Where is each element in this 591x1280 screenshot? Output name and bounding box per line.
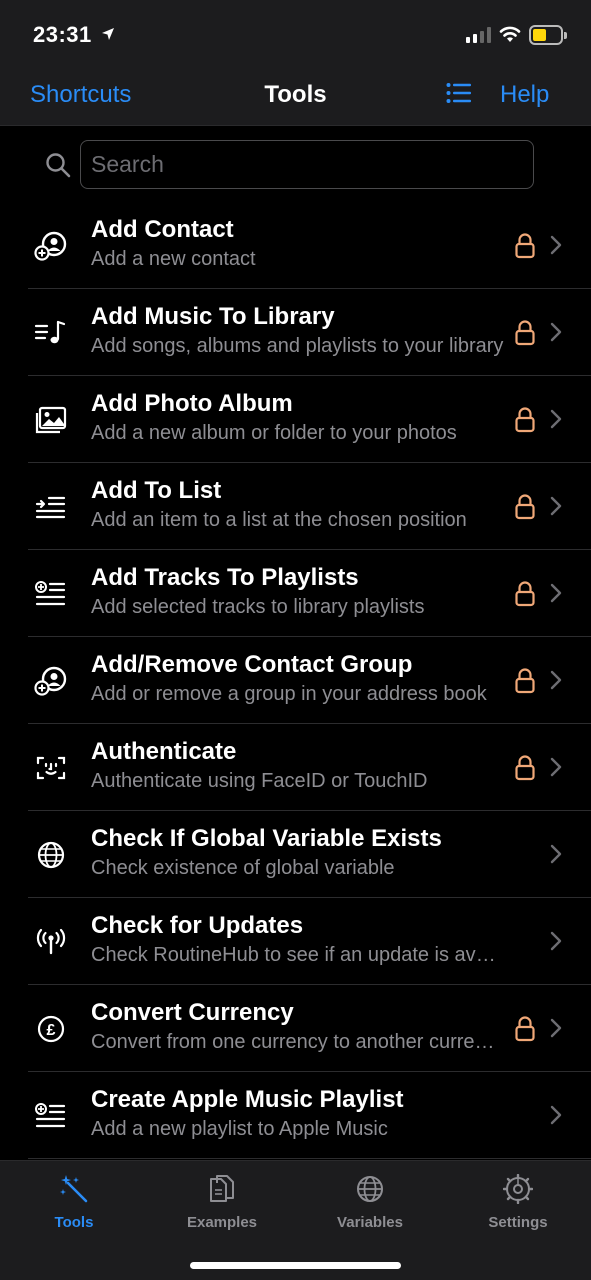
tab-examples[interactable]: Examples [148,1161,296,1241]
lock-icon [515,668,535,694]
globe-icon [357,1176,383,1202]
list-item[interactable]: Create Apple Music Playlist Add a new pla… [0,1072,591,1159]
list-item[interactable]: Add Tracks To Playlists Add selected trac… [0,550,591,637]
status-bar: 23:31 [0,0,591,68]
svg-text:£: £ [47,1022,56,1039]
list-item[interactable]: Add To List Add an item to a list at the … [0,463,591,550]
chevron-right-icon [550,235,562,255]
globe-icon [37,841,65,869]
chevron-right-icon [550,322,562,342]
list-item[interactable]: Add Music To Library Add songs, albums an… [0,289,591,376]
item-title: Add/Remove Contact Group [91,651,413,678]
lock-icon [515,320,535,346]
home-indicator [190,1262,401,1269]
item-title: Add Contact [91,216,234,243]
documents-icon [210,1175,234,1202]
item-subtitle: Add an item to a list at the chosen posi… [91,509,467,531]
list-item[interactable]: £ Convert Currency Convert from one curren… [0,985,591,1072]
list-item[interactable]: Authenticate Authenticate using FaceID or… [0,724,591,811]
magic-wand-icon [60,1175,88,1203]
item-subtitle: Convert from one currency to another cur… [91,1031,505,1053]
chevron-right-icon [550,757,562,777]
list-item[interactable]: Check If Global Variable Exists Check exi… [0,811,591,898]
item-subtitle: Authenticate using FaceID or TouchID [91,770,428,792]
list-item[interactable]: Add Contact Add a new contact [0,202,591,289]
search-icon [46,153,71,178]
item-subtitle: Add a new album or folder to your photos [91,422,457,444]
status-time: 23:31 [33,22,92,47]
item-subtitle: Add a new playlist to Apple Music [91,1118,388,1140]
item-title: Check If Global Variable Exists [91,825,442,852]
contact-group-icon [34,666,67,696]
item-subtitle: Add songs, albums and playlists to your … [91,335,504,357]
lock-icon [515,494,535,520]
photo-album-icon [35,406,67,434]
add-playlist-icon [35,1103,66,1128]
tab-variables[interactable]: Variables [296,1161,444,1241]
item-subtitle: Check existence of global variable [91,857,395,879]
add-tracks-icon [35,581,66,606]
chevron-right-icon [550,409,562,429]
chevron-right-icon [550,931,562,951]
item-subtitle: Check RoutineHub to see if an update is … [91,944,505,966]
cellular-signal-icon [466,27,491,43]
chevron-right-icon [550,583,562,603]
lock-icon [515,755,535,781]
item-subtitle: Add a new contact [91,248,256,270]
item-title: Add Music To Library [91,303,335,330]
chevron-right-icon [550,1105,562,1125]
antenna-icon [36,928,66,955]
gear-icon [503,1174,533,1204]
tab-label: Examples [186,1214,258,1231]
search-input[interactable] [80,140,534,189]
battery-icon [529,25,567,45]
item-title: Check for Updates [91,912,304,939]
list-item[interactable]: Check for Updates Check RoutineHub to see… [0,898,591,985]
search-bar [0,127,591,202]
item-title: Convert Currency [91,999,294,1026]
add-to-list-icon [35,496,66,519]
chevron-right-icon [550,1018,562,1038]
lock-icon [515,581,535,607]
add-contact-icon [34,231,67,261]
chevron-right-icon [550,670,562,690]
item-subtitle: Add selected tracks to library playlists [91,596,425,618]
item-title: Add Photo Album [91,390,293,417]
tab-label: Variables [337,1214,403,1231]
tab-settings[interactable]: Settings [444,1161,591,1241]
list-view-icon[interactable] [446,82,472,104]
wifi-icon [499,26,521,42]
tools-list: Add Contact Add a new contact Add Music To… [0,202,591,1159]
item-subtitle: Add or remove a group in your address bo… [91,683,487,705]
help-button[interactable]: Help [500,81,549,109]
list-item[interactable]: Add/Remove Contact Group Add or remove a … [0,637,591,724]
lock-icon [515,1016,535,1042]
tab-label: Tools [54,1214,94,1231]
lock-icon [515,407,535,433]
navigation-bar: Shortcuts Tools Help [0,68,591,126]
chevron-right-icon [550,844,562,864]
lock-icon [515,233,535,259]
tab-bar: Tools Examples Variables Settings [0,1160,591,1280]
face-id-icon [36,756,66,780]
item-title: Authenticate [91,738,237,765]
item-title: Add To List [91,477,222,504]
chevron-right-icon [550,496,562,516]
music-list-icon [34,320,66,344]
tab-label: Settings [488,1214,548,1231]
pound-currency-icon: £ [37,1015,65,1043]
item-title: Add Tracks To Playlists [91,564,359,591]
tab-tools[interactable]: Tools [0,1161,148,1241]
item-title: Create Apple Music Playlist [91,1086,404,1113]
location-arrow-icon [102,28,114,40]
list-item[interactable]: Add Photo Album Add a new album or folder… [0,376,591,463]
